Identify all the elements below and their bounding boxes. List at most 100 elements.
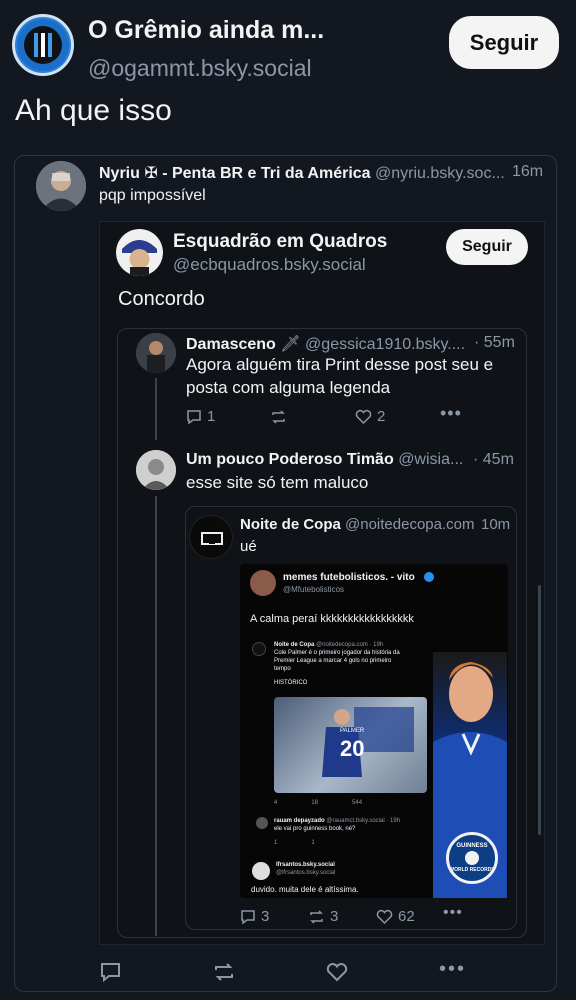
mini-comment1-likes: 1 [311,840,315,846]
mini-count-likes: 544 [352,800,363,806]
club-crest-icon [17,19,69,71]
esquadrao-handle[interactable]: @ecbquadros.bsky.social [173,255,366,275]
mini-comment1-handle: @rauamct.bsky.social · 19h [326,818,401,824]
repost-icon [272,410,285,424]
reply1-actions: 1 [186,408,215,429]
thread-connector-2 [155,496,157,936]
meme-header-avatar [250,570,276,596]
esquadrao-follow-button[interactable]: Seguir [446,229,528,265]
reply2-text: esse site só tem maluco [186,473,369,492]
mini-comment1-replies: 1 [274,840,278,846]
thread-connector [155,378,157,440]
person-photo-icon [136,450,176,490]
mini-comment2-name: lfrsantos.bsky.social [276,862,335,868]
mini-comment2-text: duvido. muita dele é altíssima. [251,885,359,894]
person-photo-icon [36,161,86,211]
mini-text-1: Cole Palmer é o primeiro jogador da hist… [274,650,400,656]
repost-button[interactable] [213,962,235,982]
noite-reply-button[interactable]: 3 [240,908,269,929]
reply1-text-line2: posta com alguma legenda [186,378,391,397]
reply1-repost-button[interactable] [270,409,287,425]
quote-author-name[interactable]: Nyriu ✠ - Penta BR e Tri da América [99,165,371,182]
like-button[interactable] [326,962,348,982]
guinness-badge: GUINNESS WORLD RECORDS [446,832,498,884]
author-handle[interactable]: @ogammt.bsky.social [88,55,312,82]
repost-icon [310,909,323,924]
esquadrao-name[interactable]: Esquadrão em Quadros [173,231,387,253]
mini-comment2-handle: @lfrsantos.bsky.social [276,870,336,876]
quote-timestamp[interactable]: 16m [512,163,543,181]
author-avatar[interactable] [12,14,74,76]
quote-author-avatar[interactable] [36,161,86,211]
mini-comment1: rauam depayzado @rauamct.bsky.social · 1… [274,817,424,847]
quote-author-handle[interactable]: @nyriu.bsky.soc... [375,165,505,182]
verified-badge-icon [424,572,434,582]
heart-icon [355,409,372,424]
reply1-time[interactable]: · 55m [474,334,515,352]
noite-time[interactable]: 10m [481,516,510,533]
guinness-text-2: WORLD RECORDS [449,867,495,873]
reply1-like-button[interactable]: 2 [355,408,385,429]
mini-counts: 4 18 544 [274,800,362,806]
noite-like-count: 62 [398,908,415,925]
esquadrao-avatar[interactable] [116,229,163,276]
mini-handle: @noitedecopa.com · 19h [316,642,384,648]
noite-repost-button[interactable]: 3 [308,908,338,929]
noite-text: ué [240,538,257,555]
scrollbar[interactable] [538,585,541,835]
meme-caption: A calma peraí kkkkkkkkkkkkkkkkk [250,613,414,625]
player-photo-icon [136,333,176,373]
mini-tweet: Noite de Copa @noitedecopa.com · 19h Col… [274,641,424,687]
reply1-author-line[interactable]: Damasceno 🗡 @gessica1910.bsky.... [186,334,476,354]
mini-text-3: tempo [274,666,291,672]
mini-count-replies: 4 [274,800,278,806]
quote-text: pqp impossível [99,187,206,204]
reply1-text-line1: Agora alguém tira Print desse post seu e [186,355,494,374]
noite-handle[interactable]: @noitedecopa.com [345,516,474,533]
follow-button[interactable]: Seguir [449,16,559,69]
mini-name: Noite de Copa [274,642,315,648]
cartoon-avatar-icon [116,229,163,276]
mini-comment1-text: ele vai pro guinness book, né? [274,826,356,832]
meme-header-name: memes futebolisticos. - vito [283,572,415,583]
post-text: Ah que isso [15,94,172,127]
reply-icon [187,409,201,424]
heart-icon [376,909,393,924]
mini-avatar [252,642,266,656]
reply1-more-icon[interactable]: ••• [440,403,462,424]
reply1-name[interactable]: Damasceno [186,336,276,353]
repost-icon [215,963,233,981]
mini-comment2-avatar [252,862,270,880]
reply1-like-count: 2 [377,408,386,425]
mini-count-reposts: 18 [311,800,319,806]
tv-logo-icon [201,532,223,545]
heart-icon [326,963,348,982]
noite-avatar[interactable] [189,515,233,559]
guinness-globe-icon [465,851,479,865]
reply2-handle[interactable]: @wisia... [398,451,463,468]
more-options-icon[interactable]: ••• [439,958,466,981]
timao-avatar[interactable] [136,450,176,490]
noite-repost-count: 3 [330,908,339,925]
jersey-name: PALMER [340,728,365,734]
noite-name[interactable]: Noite de Copa [240,516,341,533]
noite-author-line[interactable]: Noite de Copa @noitedecopa.com [240,516,475,533]
jersey-number: 20 [340,736,365,761]
reply2-time[interactable]: · 45m [473,451,514,469]
reply1-reply-button[interactable]: 1 [186,408,215,425]
reply1-reply-count: 1 [207,408,216,425]
mini-comment1-avatar [256,817,268,829]
noite-more-icon[interactable]: ••• [443,904,463,922]
mini-comment1-name: rauam depayzado [274,818,325,824]
reply-icon [101,963,120,982]
reply2-name[interactable]: Um pouco Poderoso Timão [186,451,394,468]
noite-like-button[interactable]: 62 [376,908,415,929]
quote-author-line[interactable]: Nyriu ✠ - Penta BR e Tri da América @nyr… [99,163,509,183]
sword-emoji-icon: 🗡 [280,336,301,353]
reply2-author-line[interactable]: Um pouco Poderoso Timão @wisia... [186,451,471,469]
damasceno-avatar[interactable] [136,333,176,373]
reply-button[interactable] [100,962,121,982]
guinness-text-1: GUINNESS [456,843,488,849]
reply1-handle[interactable]: @gessica1910.bsky.... [305,336,465,353]
author-display-name[interactable]: O Grêmio ainda m... [88,16,348,45]
